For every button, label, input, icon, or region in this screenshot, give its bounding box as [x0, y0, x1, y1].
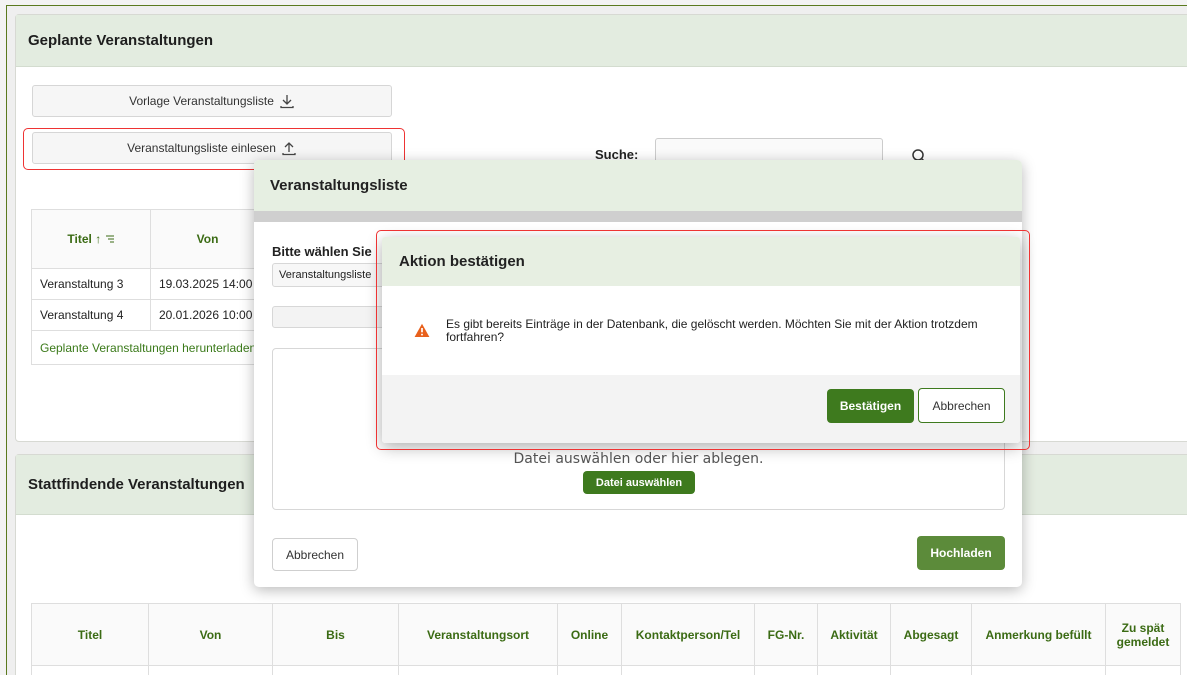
upload-modal-header: Veranstaltungsliste: [254, 160, 1022, 211]
column-header[interactable]: Zu spät gemeldet: [1105, 603, 1181, 666]
upload-cancel-button[interactable]: Abbrechen: [272, 538, 358, 571]
table-cell: 20.01.2026 10:00: [149, 299, 266, 331]
download-link-cell: Geplante Veranstaltungen herunterladen: [30, 330, 266, 365]
upload-modal-title: Veranstaltungsliste: [270, 177, 408, 194]
sort-icon: [105, 235, 114, 243]
planned-events-title: Geplante Veranstaltungen: [28, 32, 214, 49]
planned-events-header: Geplante Veranstaltungen: [16, 15, 1187, 67]
dropzone-text: Datei auswählen oder hier ablegen.: [513, 451, 764, 467]
confirm-dialog-footer: Bestätigen Abbrechen: [382, 375, 1020, 443]
template-download-label: Vorlage Veranstaltungsliste: [129, 94, 274, 108]
confirm-message: Es gibt bereits Einträge in der Datenban…: [446, 317, 978, 344]
column-header[interactable]: Von: [148, 603, 273, 666]
ongoing-events-title: Stattfindende Veranstaltungen: [28, 476, 245, 493]
upload-modal-divider: [254, 211, 1022, 222]
table-row: [31, 665, 1181, 675]
upload-prompt: Bitte wählen Sie: [272, 244, 372, 259]
table-header-row: Titel Von Bis Veranstaltungsort Online K…: [31, 603, 1181, 666]
column-header[interactable]: Online: [557, 603, 622, 666]
template-download-button[interactable]: Vorlage Veranstaltungsliste: [32, 85, 392, 117]
column-header[interactable]: Abgesagt: [890, 603, 972, 666]
confirm-cancel-button[interactable]: Abbrechen: [918, 388, 1005, 423]
column-header-title[interactable]: Titel ↑: [31, 209, 151, 269]
planned-events-table: Titel ↑ Von Veranstaltung 3 19.03.2025 1…: [30, 209, 266, 365]
upload-icon: [282, 142, 296, 156]
upload-submit-button[interactable]: Hochladen: [917, 536, 1005, 570]
confirm-dialog: Aktion bestätigen Es gibt bereits Einträ…: [382, 237, 1020, 443]
file-type-value: Veranstaltungsliste: [279, 269, 372, 281]
table-row[interactable]: Veranstaltung 3 19.03.2025 14:00: [31, 268, 266, 300]
table-cell: Veranstaltung 3: [31, 268, 151, 300]
table-row[interactable]: Veranstaltung 4 20.01.2026 10:00: [31, 299, 266, 331]
choose-file-button[interactable]: Datei auswählen: [583, 471, 695, 494]
column-header[interactable]: Aktivität: [817, 603, 891, 666]
column-header-from[interactable]: Von: [149, 209, 266, 269]
table-row: Geplante Veranstaltungen herunterladen: [30, 330, 266, 365]
column-header[interactable]: FG-Nr.: [754, 603, 818, 666]
column-header[interactable]: Kontaktperson/Tel: [621, 603, 755, 666]
column-header[interactable]: Veranstaltungsort: [398, 603, 558, 666]
table-cell: Veranstaltung 4: [31, 299, 151, 331]
file-path-field[interactable]: [272, 306, 392, 328]
warning-icon: [414, 323, 430, 337]
column-header[interactable]: Bis: [272, 603, 399, 666]
confirm-button[interactable]: Bestätigen: [827, 389, 914, 423]
table-header-row: Titel ↑ Von: [31, 209, 266, 269]
table-cell: 19.03.2025 14:00: [149, 268, 266, 300]
download-icon: [280, 95, 294, 109]
confirm-dialog-title: Aktion bestätigen: [399, 253, 525, 270]
confirm-dialog-header: Aktion bestätigen: [382, 237, 1020, 286]
import-list-label: Veranstaltungsliste einlesen: [127, 141, 276, 155]
ongoing-events-table: Titel Von Bis Veranstaltungsort Online K…: [31, 603, 1181, 675]
column-header[interactable]: Anmerkung befüllt: [971, 603, 1106, 666]
download-planned-link[interactable]: Geplante Veranstaltungen herunterladen: [40, 341, 256, 355]
file-type-select[interactable]: Veranstaltungsliste: [272, 263, 392, 287]
column-header[interactable]: Titel: [31, 603, 149, 666]
